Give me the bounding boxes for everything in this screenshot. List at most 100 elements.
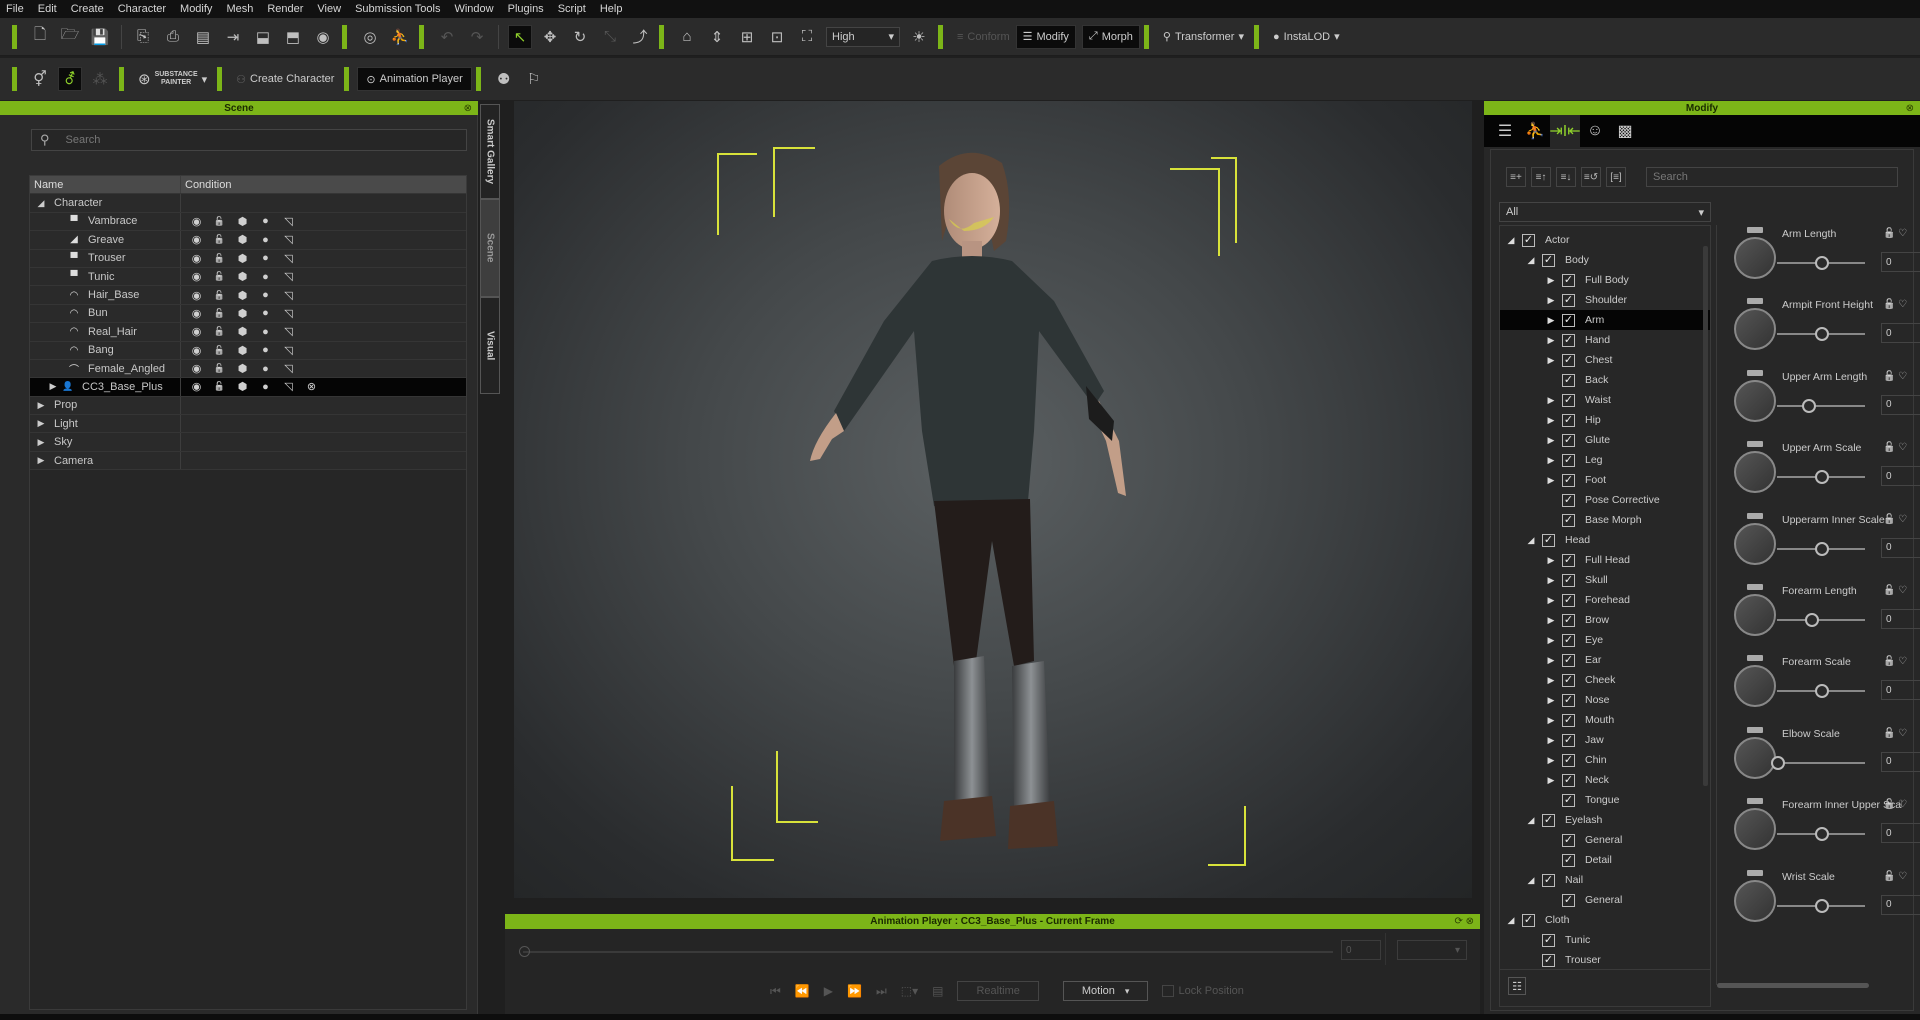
- group-icon[interactable]: ⁂: [88, 67, 112, 91]
- loop-icon[interactable]: ⬚▾: [901, 984, 918, 998]
- toolbar-grip[interactable]: [119, 67, 124, 91]
- morph-tree-item[interactable]: ▶ ✓ Cheek: [1500, 670, 1710, 690]
- scene-row-greave[interactable]: ◢ Greave ◉ 🔓 ⬢ ● ◹: [30, 231, 466, 250]
- lock-icon[interactable]: 🔓: [208, 345, 231, 356]
- morph-tree-item[interactable]: ◢ ✓ Nail: [1500, 870, 1710, 890]
- lock-icon[interactable]: 🔓: [208, 290, 231, 301]
- morph-tree-item[interactable]: ▶ ✓ Full Body: [1500, 270, 1710, 290]
- checkbox-checked-icon[interactable]: ✓: [1562, 633, 1575, 647]
- home-view-icon[interactable]: ⌂: [675, 25, 699, 49]
- lock-favorite-icons[interactable]: 🔓 ♡: [1883, 585, 1907, 596]
- expand-arrow-icon[interactable]: ▶: [1544, 335, 1558, 346]
- morph-preview-dial[interactable]: [1734, 237, 1776, 279]
- checkbox-checked-icon[interactable]: ✓: [1522, 233, 1535, 247]
- shadow-icon[interactable]: ◹: [277, 233, 300, 246]
- reset-morph-icon[interactable]: ≡↺: [1581, 167, 1601, 187]
- morph-preview-dial[interactable]: [1734, 594, 1776, 636]
- toolbar-grip[interactable]: [342, 24, 347, 49]
- checkbox-checked-icon[interactable]: ✓: [1542, 813, 1555, 827]
- column-header-name[interactable]: Name: [30, 176, 181, 194]
- scene-light-icon[interactable]: ⚉: [492, 67, 516, 91]
- menu-item-script[interactable]: Script: [558, 3, 586, 15]
- render-preview-icon[interactable]: ◉: [311, 25, 335, 49]
- cube-icon[interactable]: ⬢: [231, 289, 254, 302]
- morph-button[interactable]: ⤢ Morph: [1081, 24, 1140, 49]
- pivot-icon[interactable]: ⤴: [628, 25, 652, 49]
- scene-row-trouser[interactable]: ▀ Trouser ◉ 🔓 ⬢ ● ◹: [30, 249, 466, 268]
- checkbox-checked-icon[interactable]: ✓: [1562, 833, 1575, 847]
- slider-thumb[interactable]: [1771, 755, 1785, 770]
- skip-start-icon[interactable]: ⏮: [770, 984, 781, 999]
- tab-morph[interactable]: ⇥I⇤: [1549, 115, 1581, 147]
- morph-tree-item[interactable]: ▶ ✓ Leg: [1500, 450, 1710, 470]
- morph-tree-item[interactable]: ✓ General: [1500, 830, 1710, 850]
- previous-frame-icon[interactable]: ⏪: [795, 984, 810, 998]
- morph-tree-item[interactable]: ✓ Back: [1500, 370, 1710, 390]
- checkbox-checked-icon[interactable]: ✓: [1522, 913, 1535, 927]
- slider-value-input[interactable]: 0: [1881, 823, 1920, 844]
- expand-arrow-icon[interactable]: ▶: [1544, 655, 1558, 666]
- expand-arrow-icon[interactable]: ▶: [1544, 695, 1558, 706]
- lock-icon[interactable]: 🔓: [208, 308, 231, 319]
- scene-search-input[interactable]: ⚲ Search: [31, 129, 467, 151]
- toolbar-grip[interactable]: [419, 24, 424, 49]
- lock-icon[interactable]: 🔓: [208, 216, 231, 227]
- checkbox-checked-icon[interactable]: ✓: [1562, 693, 1575, 707]
- expand-arrow-icon[interactable]: ▶: [1544, 455, 1558, 466]
- cube-icon[interactable]: ⬢: [231, 325, 254, 338]
- lock-icon[interactable]: 🔓: [208, 271, 231, 282]
- slider-thumb[interactable]: [1815, 541, 1829, 556]
- close-icon[interactable]: ⟳ ⊗: [1454, 916, 1474, 927]
- slider-value-input[interactable]: 0: [1881, 537, 1920, 558]
- morph-tree-item[interactable]: ◢ ✓ Body: [1500, 250, 1710, 270]
- expand-arrow-icon[interactable]: ▶: [34, 455, 48, 466]
- cube-icon[interactable]: ⬢: [231, 233, 254, 246]
- export-usd-icon[interactable]: ▤: [191, 25, 215, 49]
- morph-tree-item[interactable]: ▶ ✓ Mouth: [1500, 710, 1710, 730]
- cube-icon[interactable]: ⬢: [231, 344, 254, 357]
- cube-icon[interactable]: ⬢: [231, 215, 254, 228]
- lock-icon[interactable]: 🔓: [208, 326, 231, 337]
- checkbox-checked-icon[interactable]: ✓: [1562, 713, 1575, 727]
- slider-thumb[interactable]: [1805, 613, 1820, 627]
- morph-tree-item[interactable]: ✓ Pose Corrective: [1500, 490, 1710, 510]
- slider-thumb[interactable]: [1815, 256, 1829, 270]
- lighting-icon[interactable]: ☀: [907, 25, 931, 49]
- flag-icon[interactable]: ⚐: [522, 67, 546, 91]
- fit-all-icon[interactable]: ⊞: [735, 25, 759, 49]
- slider-value-input[interactable]: 0: [1881, 609, 1920, 629]
- slider-track[interactable]: [1777, 404, 1865, 407]
- morph-tree-item[interactable]: ▶ ✓ Waist: [1500, 390, 1710, 410]
- open-folder-icon[interactable]: 🗁: [58, 25, 82, 49]
- scene-row-real_hair[interactable]: ◠ Real_Hair ◉ 🔓 ⬢ ● ◹: [30, 323, 466, 342]
- shadow-icon[interactable]: ◹: [277, 325, 300, 338]
- expand-arrow-icon[interactable]: ▶: [46, 381, 60, 392]
- expand-arrow-icon[interactable]: ▶: [34, 418, 48, 429]
- checkbox-checked-icon[interactable]: ✓: [1542, 533, 1555, 547]
- tab-material[interactable]: ▩: [1610, 115, 1640, 147]
- menu-item-edit[interactable]: Edit: [38, 3, 57, 15]
- lock-favorite-icons[interactable]: 🔓 ♡: [1883, 514, 1907, 525]
- collapse-arrow-icon[interactable]: ◢: [1504, 915, 1518, 926]
- import-morph-icon[interactable]: ≡↑: [1531, 167, 1551, 187]
- tab-expression[interactable]: ☺: [1580, 115, 1610, 147]
- menu-item-mesh[interactable]: Mesh: [226, 3, 253, 15]
- checkbox-checked-icon[interactable]: ✓: [1562, 613, 1575, 627]
- checkbox-checked-icon[interactable]: ✓: [1562, 753, 1575, 767]
- cube-icon[interactable]: ⬢: [231, 270, 254, 283]
- morph-tree-item[interactable]: ▶ ✓ Chest: [1500, 350, 1710, 370]
- expand-arrow-icon[interactable]: ▶: [1544, 675, 1558, 686]
- checkbox-checked-icon[interactable]: ✓: [1562, 493, 1575, 507]
- morph-preview-dial[interactable]: [1734, 665, 1776, 708]
- fit-vertical-icon[interactable]: ⇕: [705, 25, 729, 49]
- lock-icon[interactable]: 🔓: [208, 381, 231, 392]
- menu-item-view[interactable]: View: [317, 3, 341, 15]
- skip-end-icon[interactable]: ⏭: [876, 984, 887, 999]
- eye-icon[interactable]: ◉: [185, 215, 208, 228]
- render-sphere-icon[interactable]: ●: [254, 252, 277, 264]
- morph-tree-item[interactable]: ✓ General: [1500, 890, 1710, 910]
- morph-preview-dial[interactable]: [1734, 379, 1776, 422]
- menu-item-plugins[interactable]: Plugins: [508, 3, 544, 15]
- slider-thumb[interactable]: [1815, 470, 1829, 485]
- render-sphere-icon[interactable]: ●: [254, 234, 277, 246]
